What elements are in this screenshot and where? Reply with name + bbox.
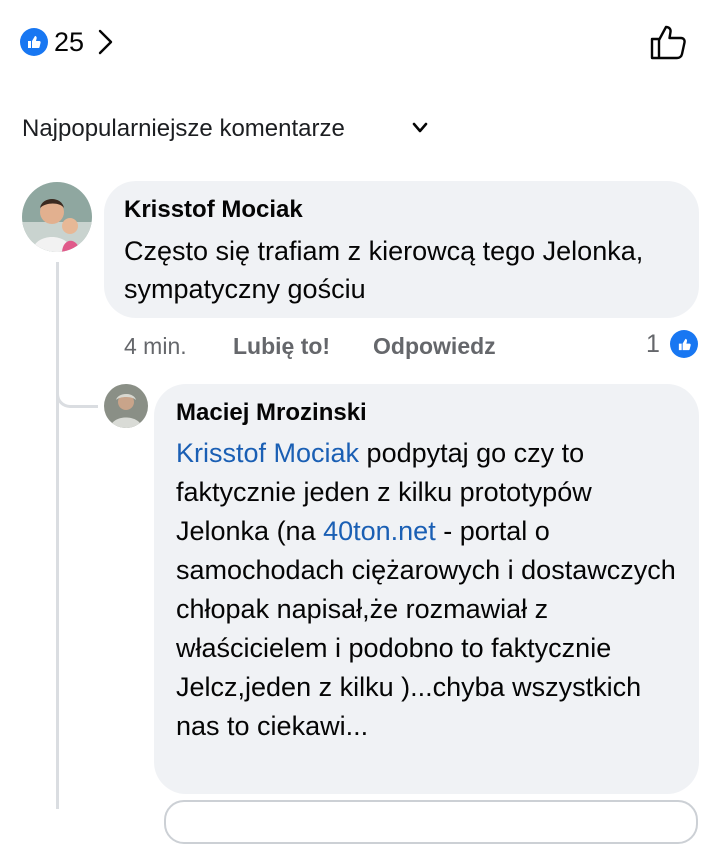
mention-link[interactable]: Krisstof Mociak (176, 438, 359, 468)
comment-author[interactable]: Krisstof Mociak (124, 195, 303, 225)
avatar[interactable] (104, 384, 148, 428)
comment-timestamp[interactable]: 4 min. (124, 331, 187, 361)
user-photo (22, 182, 92, 252)
thumbs-up-icon (678, 338, 691, 350)
chevron-down-icon[interactable] (410, 118, 430, 138)
like-reaction-icon[interactable] (20, 28, 48, 56)
user-photo (104, 384, 148, 428)
like-button-icon[interactable] (648, 22, 688, 62)
reply-text-part: - portal o samochodach ciężarowych i dos… (176, 516, 676, 741)
comment-text: Często się trafiam z kierowcą tego Jelon… (124, 236, 644, 304)
comment-like-icon[interactable] (670, 330, 698, 358)
thumbs-up-icon (28, 36, 41, 48)
sort-comments-label[interactable]: Najpopularniejsze komentarze (22, 114, 345, 144)
reply-text: Krisstof Mociak podpytaj go czy to fakty… (176, 434, 684, 746)
avatar[interactable] (22, 182, 92, 252)
url-link[interactable]: 40ton.net (323, 516, 436, 546)
next-reply-partial[interactable] (164, 800, 698, 844)
like-comment-button[interactable]: Lubię to! (233, 331, 330, 361)
comment-reaction-count[interactable]: 1 (646, 329, 660, 359)
chevron-right-icon[interactable] (96, 28, 114, 56)
reply-author[interactable]: Maciej Mrozinski (176, 398, 367, 428)
thread-line (56, 262, 59, 809)
reply-button[interactable]: Odpowiedz (373, 331, 496, 361)
reaction-count[interactable]: 25 (54, 25, 84, 59)
thread-branch-line (56, 382, 98, 408)
